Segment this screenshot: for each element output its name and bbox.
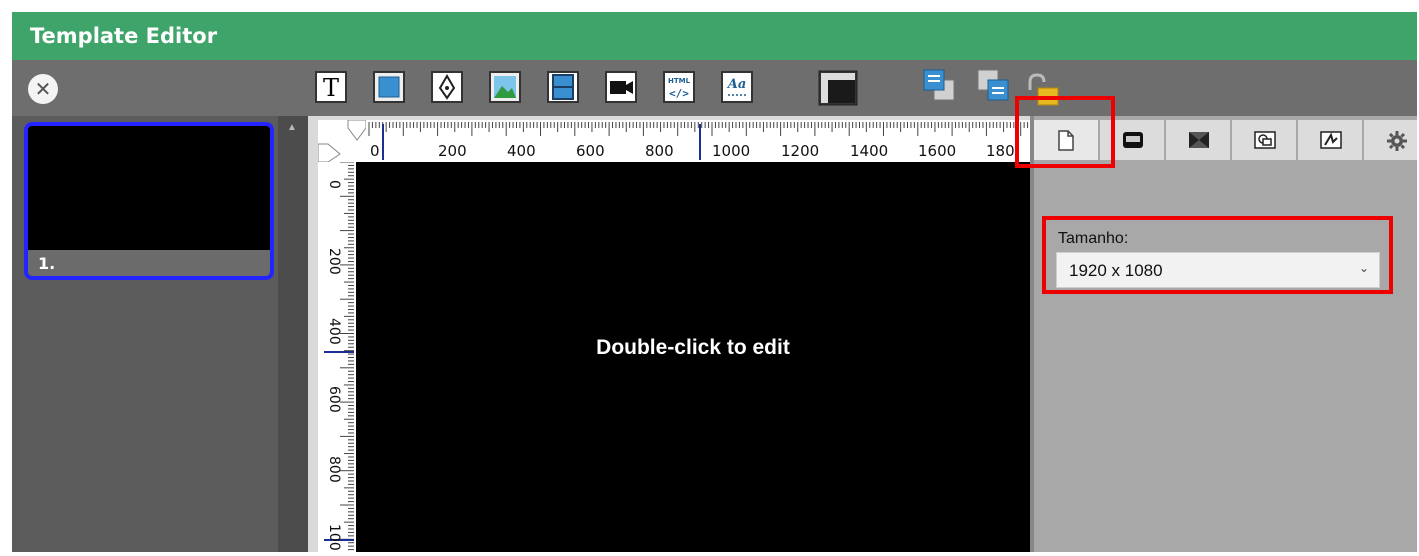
send-backward-icon <box>977 69 1009 101</box>
svg-text:HTML: HTML <box>668 77 691 85</box>
unlock-icon <box>1028 73 1059 106</box>
tab-page[interactable] <box>1034 120 1100 160</box>
chevron-down-icon: ⌄ <box>1358 261 1369 275</box>
transition-icon <box>1189 132 1209 148</box>
horizontal-ruler[interactable]: 0 200 400 600 800 1000 1200 1400 1600 18… <box>366 120 1030 164</box>
send-backward-button[interactable] <box>974 66 1009 101</box>
hruler-label: 1400 <box>850 142 888 160</box>
vruler-label: 600 <box>326 386 342 413</box>
close-button[interactable]: ✕ <box>28 74 58 104</box>
hruler-label: 180 <box>986 142 1015 160</box>
hruler-label: 1000 <box>712 142 750 160</box>
tab-transition[interactable] <box>1166 120 1232 160</box>
ruler-corner-icon <box>818 70 858 106</box>
slide-thumbnail-panel: 1. <box>12 116 278 552</box>
text-icon: T <box>315 71 347 103</box>
camera-tool-button[interactable] <box>604 70 638 104</box>
font-tool-button[interactable]: Aa <box>720 70 754 104</box>
font-icon: Aa <box>721 71 753 103</box>
vruler-label: 400 <box>326 318 342 345</box>
svg-text:</>: </> <box>669 87 689 100</box>
tab-style[interactable] <box>1298 120 1364 160</box>
html-icon: HTML </> <box>663 71 695 103</box>
scroll-up-arrow-icon[interactable]: ▲ <box>287 122 297 133</box>
video-frame-tool-button[interactable] <box>546 70 580 104</box>
bring-forward-icon <box>923 69 955 101</box>
size-select-value: 1920 x 1080 <box>1069 261 1163 280</box>
svg-text:T: T <box>323 74 339 102</box>
page-icon <box>1058 130 1074 151</box>
vruler-label: 100 <box>326 524 342 551</box>
properties-panel: Tamanho: 1920 x 1080 ⌄ <box>1030 116 1417 552</box>
vruler-label: 200 <box>326 248 342 275</box>
thumbnail-scrollbar[interactable]: ▲ <box>278 116 308 552</box>
horizontal-ruler-scale: 0 200 400 600 800 1000 1200 1400 1600 18… <box>368 122 1029 160</box>
slide-thumbnail[interactable]: 1. <box>24 122 274 280</box>
film-icon <box>547 71 579 103</box>
lock-button[interactable] <box>1024 72 1059 106</box>
ruler-origin-markers-icon <box>317 119 367 163</box>
image-tool-button[interactable] <box>488 70 522 104</box>
canvas-placeholder-text: Double-click to edit <box>596 336 790 359</box>
ruler-tool-button[interactable] <box>818 70 858 106</box>
size-label: Tamanho: <box>1058 230 1129 247</box>
bring-forward-button[interactable] <box>920 66 955 101</box>
image-icon <box>489 71 521 103</box>
title-bar: Template Editor <box>12 12 1417 60</box>
hruler-label: 200 <box>438 142 467 160</box>
template-editor-window: Template Editor ✕ T HTML </> Aa 1. ▲ 0 2… <box>12 12 1417 552</box>
vruler-label: 0 <box>326 180 342 189</box>
vruler-label: 800 <box>326 456 342 483</box>
hruler-label: 800 <box>645 142 674 160</box>
hruler-label: 600 <box>576 142 605 160</box>
canvas-area: 0 200 400 600 800 1000 1200 1400 1600 18… <box>308 116 1030 552</box>
tab-shapes[interactable] <box>1232 120 1298 160</box>
tab-settings[interactable] <box>1364 120 1417 160</box>
tab-layer[interactable] <box>1100 120 1166 160</box>
pen-icon <box>431 71 463 103</box>
html-tool-button[interactable]: HTML </> <box>662 70 696 104</box>
hruler-label: 0 <box>370 142 380 160</box>
toolbar: ✕ T HTML </> Aa <box>12 60 1417 116</box>
vertical-ruler[interactable]: 0 200 400 600 800 100 <box>318 161 356 552</box>
svg-text:Aa: Aa <box>726 77 747 92</box>
hruler-label: 1200 <box>781 142 819 160</box>
template-canvas[interactable]: Double-click to edit <box>356 162 1030 552</box>
rectangle-icon <box>373 71 405 103</box>
close-icon: ✕ <box>34 77 52 101</box>
thumbnail-caption-bar: 1. <box>28 250 270 276</box>
hruler-label: 400 <box>507 142 536 160</box>
style-icon <box>1320 131 1342 149</box>
thumbnail-label: 1. <box>38 254 56 273</box>
text-tool-button[interactable]: T <box>314 70 348 104</box>
properties-tabs <box>1034 120 1417 160</box>
video-camera-icon <box>605 71 637 103</box>
window-title: Template Editor <box>30 24 218 48</box>
rectangle-tool-button[interactable] <box>372 70 406 104</box>
shapes-icon <box>1254 131 1276 149</box>
gear-icon <box>1387 131 1407 151</box>
vertical-ruler-scale: 0 200 400 600 800 100 <box>324 161 354 551</box>
hruler-label: 1600 <box>918 142 956 160</box>
size-select[interactable]: 1920 x 1080 ⌄ <box>1056 252 1380 288</box>
layer-icon <box>1123 132 1143 148</box>
ruler-corner <box>317 119 367 163</box>
pen-tool-button[interactable] <box>430 70 464 104</box>
